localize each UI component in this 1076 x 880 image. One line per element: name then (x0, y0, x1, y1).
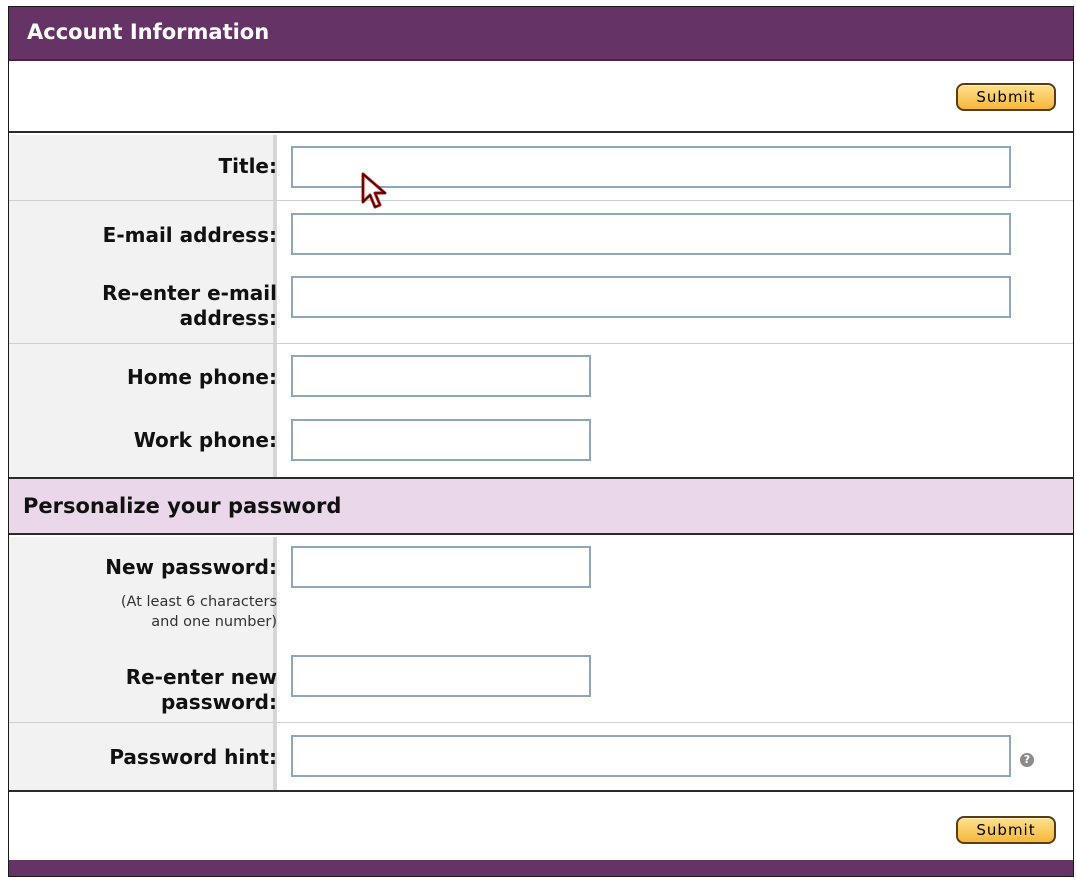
account-information-panel: Account Information Submit Title: E-mail… (8, 6, 1074, 877)
submit-button-bottom[interactable]: Submit (956, 816, 1056, 844)
email-confirm-label-line1: Re-enter e-mail (102, 281, 277, 305)
email-label: E-mail address: (102, 223, 277, 247)
panel-footer (9, 860, 1073, 876)
password-hint-input[interactable] (291, 735, 1011, 777)
password-requirement-note-line2: and one number) (151, 614, 277, 630)
confirm-password-label-line2: password: (160, 690, 277, 714)
password-requirement-note-line1: (At least 6 characters (120, 594, 277, 610)
password-section-title: Personalize your password (23, 494, 342, 518)
new-password-label: New password: (105, 555, 277, 579)
title-input[interactable] (291, 146, 1011, 188)
password-hint-label: Password hint: (109, 745, 277, 769)
work-phone-label: Work phone: (133, 428, 277, 452)
email-input[interactable] (291, 213, 1011, 255)
home-phone-label: Home phone: (127, 365, 277, 389)
work-phone-input[interactable] (291, 419, 591, 461)
submit-button-top[interactable]: Submit (956, 83, 1056, 111)
top-action-row: Submit (9, 63, 1073, 133)
home-phone-input[interactable] (291, 355, 591, 397)
panel-title: Account Information (27, 20, 270, 44)
email-confirm-input[interactable] (291, 276, 1011, 318)
mouse-pointer-icon (361, 172, 387, 209)
divider (9, 722, 1073, 723)
divider (9, 200, 1073, 201)
title-label: Title: (218, 154, 277, 178)
password-section-header: Personalize your password (9, 477, 1073, 535)
panel-header: Account Information (9, 7, 1073, 61)
bottom-action-row: Submit (9, 790, 1073, 860)
email-confirm-label-line2: address: (179, 306, 277, 330)
confirm-password-label-line1: Re-enter new (125, 665, 277, 689)
new-password-input[interactable] (291, 546, 591, 588)
confirm-password-input[interactable] (291, 655, 591, 697)
question-icon[interactable]: ? (1020, 753, 1034, 767)
divider (9, 343, 1073, 344)
